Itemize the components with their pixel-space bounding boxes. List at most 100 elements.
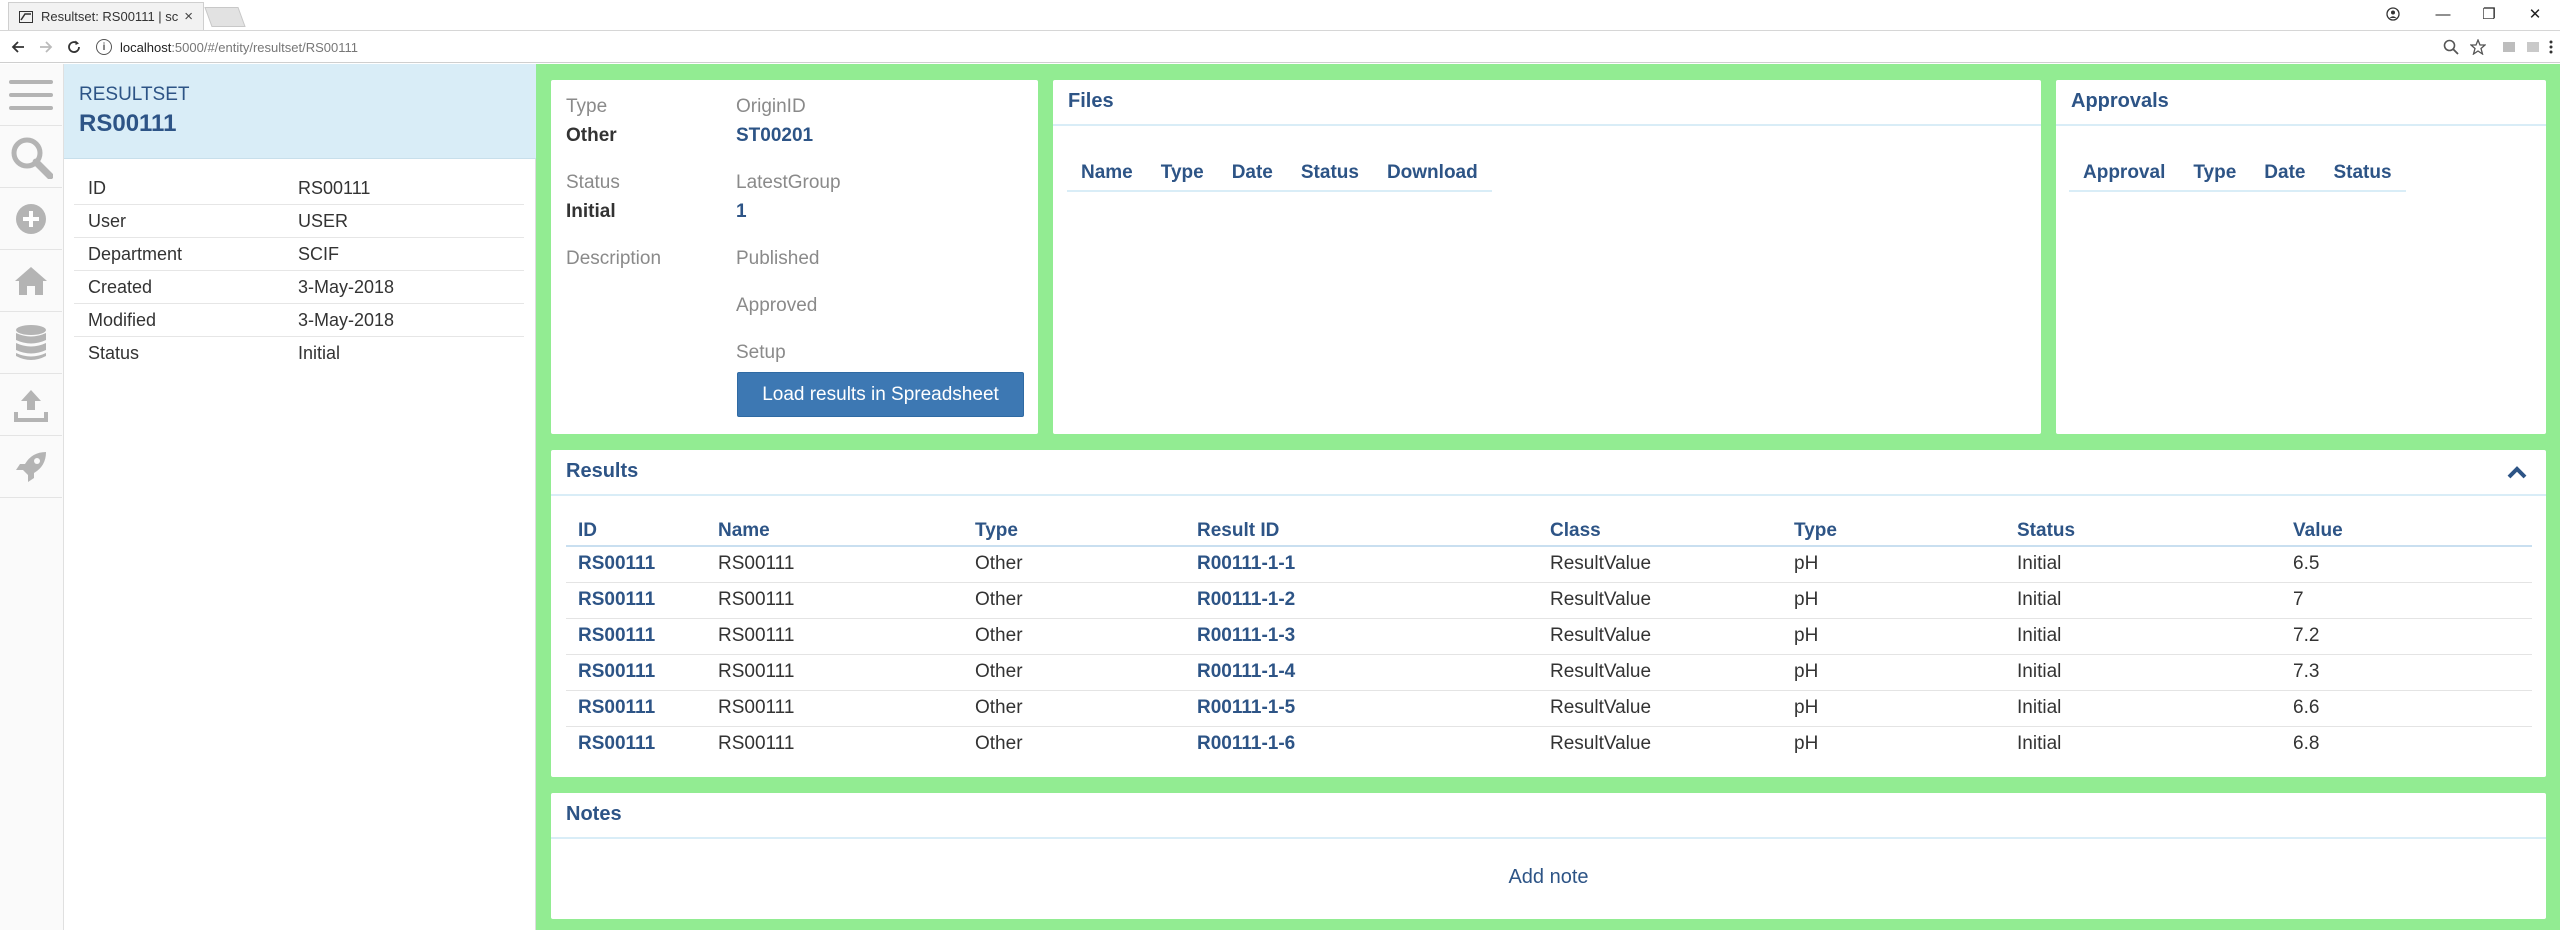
results-col-header[interactable]: Value bbox=[2281, 516, 2532, 547]
property-row: Created 3-May-2018 bbox=[74, 271, 524, 304]
type-value: Other bbox=[566, 125, 617, 146]
resultset-id-link[interactable]: RS00111 bbox=[566, 690, 706, 727]
restore-button[interactable]: ❐ bbox=[2466, 0, 2512, 28]
table-row: RS00111 RS00111 Other R00111-1-1 ResultV… bbox=[566, 546, 2532, 583]
menu-icon[interactable] bbox=[0, 64, 62, 126]
property-value: 3-May-2018 bbox=[298, 276, 395, 297]
result-id-link[interactable]: R00111-1-4 bbox=[1185, 654, 1538, 691]
add-note-link[interactable]: Add note bbox=[551, 866, 2546, 889]
result-id-link[interactable]: R00111-1-6 bbox=[1185, 726, 1538, 762]
results-col-header[interactable]: ID bbox=[566, 516, 706, 547]
property-value: Initial bbox=[298, 343, 341, 363]
result-type-cell: pH bbox=[1782, 618, 2005, 655]
results-col-header[interactable]: Class bbox=[1538, 516, 1782, 547]
browser-tab[interactable]: Resultset: RS00111 | scif × bbox=[8, 2, 204, 30]
class-cell: ResultValue bbox=[1538, 690, 1782, 727]
origin-label: OriginID bbox=[736, 96, 806, 117]
tab-title: Resultset: RS00111 | scif bbox=[41, 9, 179, 24]
origin-link[interactable]: ST00201 bbox=[736, 125, 813, 147]
class-cell: ResultValue bbox=[1538, 582, 1782, 619]
close-window-button[interactable]: ✕ bbox=[2512, 0, 2558, 28]
main-content: Type Other OriginID ST00201 Status Initi… bbox=[536, 64, 2560, 930]
value-cell: 6.8 bbox=[2293, 733, 2320, 755]
results-col-header[interactable]: Result ID bbox=[1185, 516, 1538, 547]
approvals-col-header[interactable]: Approval bbox=[2069, 162, 2179, 184]
bookmark-star-icon[interactable] bbox=[2465, 35, 2491, 59]
approvals-col-header[interactable]: Type bbox=[2179, 162, 2250, 184]
extension-icon[interactable] bbox=[2496, 35, 2522, 59]
files-col-header[interactable]: Name bbox=[1067, 162, 1147, 184]
url-field[interactable]: i localhost:5000/#/entity/resultset/RS00… bbox=[96, 36, 2486, 58]
table-row: RS00111 RS00111 Other R00111-1-3 ResultV… bbox=[566, 618, 2532, 655]
result-id-link[interactable]: R00111-1-3 bbox=[1185, 618, 1538, 655]
files-panel: Files Name Type Date Status Download bbox=[1053, 80, 2041, 434]
value-cell: 6.5 bbox=[2281, 546, 2532, 583]
property-key: Created bbox=[88, 276, 153, 297]
browser-menu-icon[interactable] bbox=[2538, 35, 2560, 59]
home-icon[interactable] bbox=[0, 250, 62, 312]
name-cell: RS00111 bbox=[718, 733, 795, 755]
reload-icon[interactable] bbox=[62, 35, 86, 59]
approvals-col-header[interactable]: Date bbox=[2250, 162, 2319, 184]
type-cell: Other bbox=[963, 582, 1185, 619]
resultset-id-link[interactable]: RS00111 bbox=[566, 618, 706, 655]
resultset-id-link[interactable]: RS00111 bbox=[566, 726, 706, 762]
app: RESULTSET RS00111 ID RS00111 User USER D… bbox=[0, 64, 2560, 930]
class-cell: ResultValue bbox=[1538, 654, 1782, 691]
results-col-header[interactable]: Name bbox=[706, 516, 963, 547]
rocket-icon[interactable] bbox=[0, 436, 62, 498]
new-tab-button[interactable] bbox=[204, 7, 246, 27]
results-header-row: ID Name Type Result ID Class Type Status… bbox=[566, 516, 2532, 547]
type-cell: Other bbox=[975, 733, 1023, 755]
latestgroup-value[interactable]: 1 bbox=[736, 201, 747, 223]
minimize-button[interactable]: — bbox=[2420, 0, 2466, 28]
load-spreadsheet-button[interactable]: Load results in Spreadsheet bbox=[737, 372, 1024, 417]
resultset-id-link[interactable]: RS00111 bbox=[566, 654, 706, 691]
results-col-header[interactable]: Status bbox=[2005, 516, 2281, 547]
zoom-icon[interactable] bbox=[2438, 35, 2464, 59]
property-value: 3-May-2018 bbox=[298, 309, 395, 330]
table-row: RS00111 RS00111 Other R00111-1-5 ResultV… bbox=[566, 690, 2532, 727]
entity-sidebar: RESULTSET RS00111 ID RS00111 User USER D… bbox=[64, 64, 536, 930]
add-icon[interactable] bbox=[0, 188, 62, 250]
divider bbox=[551, 494, 2546, 496]
results-col-header[interactable]: Type bbox=[963, 516, 1185, 547]
results-panel: Results ID Name Type Result ID Class Typ… bbox=[551, 450, 2546, 777]
value-cell: 7 bbox=[2281, 582, 2532, 619]
resultset-id-link[interactable]: RS00111 bbox=[566, 582, 706, 619]
notes-title: Notes bbox=[566, 803, 622, 825]
result-type-cell: pH bbox=[1782, 582, 2005, 619]
forward-icon[interactable] bbox=[34, 35, 58, 59]
approvals-col-header[interactable]: Status bbox=[2319, 162, 2405, 184]
result-id-link[interactable]: R00111-1-5 bbox=[1185, 690, 1538, 727]
browser-tab-bar: Resultset: RS00111 | scif × — ❐ ✕ bbox=[0, 0, 2560, 31]
description-label: Description bbox=[566, 248, 662, 269]
status-value: Initial bbox=[566, 201, 616, 222]
files-col-header[interactable]: Download bbox=[1373, 162, 1492, 184]
type-label: Type bbox=[566, 96, 608, 117]
profile-icon[interactable] bbox=[2370, 0, 2416, 28]
site-info-icon[interactable]: i bbox=[96, 39, 112, 55]
files-col-header[interactable]: Status bbox=[1287, 162, 1373, 184]
table-row: RS00111 RS00111 Other R00111-1-6 ResultV… bbox=[566, 726, 2532, 762]
result-id-link[interactable]: R00111-1-2 bbox=[1185, 582, 1538, 619]
files-col-header[interactable]: Type bbox=[1147, 162, 1218, 184]
back-icon[interactable] bbox=[6, 35, 30, 59]
class-cell: ResultValue bbox=[1550, 733, 1652, 755]
upload-icon[interactable] bbox=[0, 374, 62, 436]
divider bbox=[551, 837, 2546, 839]
setup-label: Setup bbox=[736, 342, 786, 363]
database-icon[interactable] bbox=[0, 312, 62, 374]
status-label: Status bbox=[566, 172, 620, 193]
search-icon[interactable] bbox=[0, 126, 62, 188]
class-cell: ResultValue bbox=[1538, 546, 1782, 583]
tab-close-icon[interactable]: × bbox=[184, 8, 193, 25]
files-col-header[interactable]: Date bbox=[1218, 162, 1287, 184]
result-type-cell: pH bbox=[1794, 733, 1819, 755]
type-cell: Other bbox=[963, 690, 1185, 727]
results-col-header[interactable]: Type bbox=[1782, 516, 2005, 547]
result-id-link[interactable]: R00111-1-1 bbox=[1185, 546, 1538, 583]
collapse-chevron-icon[interactable] bbox=[2506, 462, 2528, 482]
property-key: ID bbox=[88, 177, 106, 198]
resultset-id-link[interactable]: RS00111 bbox=[566, 546, 706, 583]
